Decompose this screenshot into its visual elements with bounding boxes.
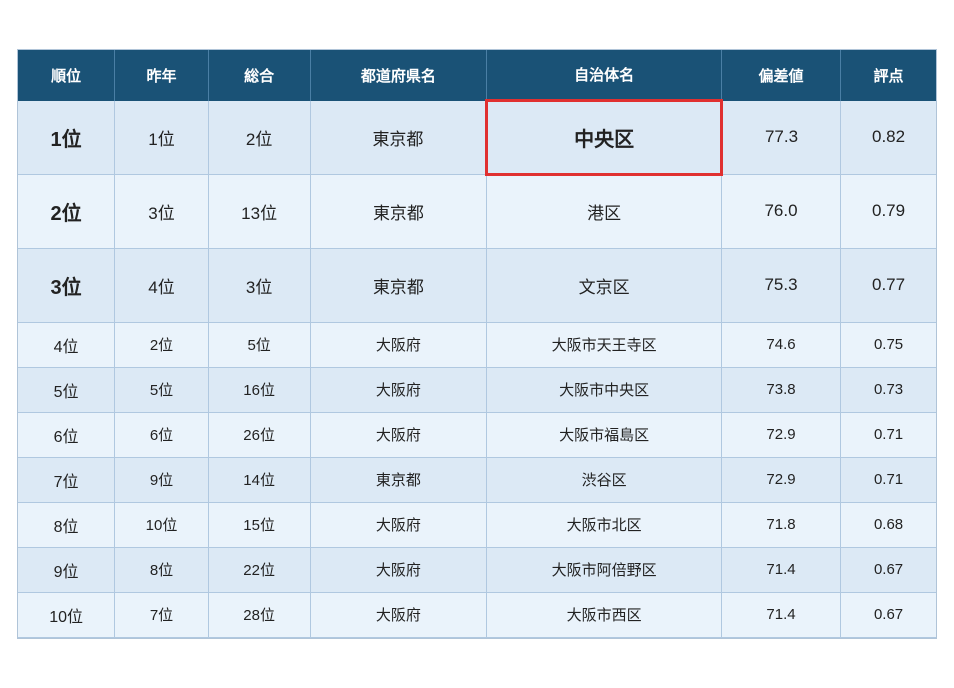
deviation-cell: 72.9 <box>721 412 840 457</box>
rank-cell: 10位 <box>18 592 115 637</box>
deviation-cell: 75.3 <box>721 248 840 322</box>
column-header-都道府県名: 都道府県名 <box>310 50 487 101</box>
deviation-cell: 74.6 <box>721 322 840 367</box>
deviation-cell: 76.0 <box>721 174 840 248</box>
ranking-table: 順位昨年総合都道府県名自治体名偏差値評点 1位1位2位東京都中央区77.30.8… <box>18 50 936 638</box>
municipality-cell: 大阪市北区 <box>487 502 722 547</box>
rank-cell: 9位 <box>18 547 115 592</box>
score-cell: 0.73 <box>841 367 936 412</box>
municipality-cell: 大阪市中央区 <box>487 367 722 412</box>
column-header-順位: 順位 <box>18 50 115 101</box>
prefecture-cell: 東京都 <box>310 248 487 322</box>
municipality-cell: 大阪市天王寺区 <box>487 322 722 367</box>
score-cell: 0.68 <box>841 502 936 547</box>
rank-cell: 5位 <box>18 367 115 412</box>
last-year-cell: 7位 <box>115 592 209 637</box>
table-row: 9位8位22位大阪府大阪市阿倍野区71.40.67 <box>18 547 936 592</box>
table-row: 8位10位15位大阪府大阪市北区71.80.68 <box>18 502 936 547</box>
total-cell: 14位 <box>208 457 310 502</box>
prefecture-cell: 東京都 <box>310 101 487 175</box>
column-header-総合: 総合 <box>208 50 310 101</box>
rank-cell: 6位 <box>18 412 115 457</box>
total-cell: 15位 <box>208 502 310 547</box>
deviation-cell: 73.8 <box>721 367 840 412</box>
last-year-cell: 2位 <box>115 322 209 367</box>
prefecture-cell: 大阪府 <box>310 592 487 637</box>
score-cell: 0.71 <box>841 412 936 457</box>
municipality-cell: 港区 <box>487 174 722 248</box>
last-year-cell: 8位 <box>115 547 209 592</box>
deviation-cell: 71.4 <box>721 547 840 592</box>
deviation-cell: 71.4 <box>721 592 840 637</box>
total-cell: 26位 <box>208 412 310 457</box>
score-cell: 0.67 <box>841 547 936 592</box>
rank-cell: 2位 <box>18 174 115 248</box>
rank-cell: 1位 <box>18 101 115 175</box>
prefecture-cell: 大阪府 <box>310 367 487 412</box>
prefecture-cell: 大阪府 <box>310 412 487 457</box>
column-header-昨年: 昨年 <box>115 50 209 101</box>
column-header-偏差値: 偏差値 <box>721 50 840 101</box>
last-year-cell: 9位 <box>115 457 209 502</box>
last-year-cell: 5位 <box>115 367 209 412</box>
rank-cell: 4位 <box>18 322 115 367</box>
municipality-cell: 文京区 <box>487 248 722 322</box>
rank-cell: 3位 <box>18 248 115 322</box>
total-cell: 13位 <box>208 174 310 248</box>
last-year-cell: 6位 <box>115 412 209 457</box>
score-cell: 0.75 <box>841 322 936 367</box>
score-cell: 0.82 <box>841 101 936 175</box>
table-row: 4位2位5位大阪府大阪市天王寺区74.60.75 <box>18 322 936 367</box>
rank-cell: 8位 <box>18 502 115 547</box>
deviation-cell: 72.9 <box>721 457 840 502</box>
total-cell: 16位 <box>208 367 310 412</box>
total-cell: 22位 <box>208 547 310 592</box>
municipality-cell: 大阪市阿倍野区 <box>487 547 722 592</box>
prefecture-cell: 大阪府 <box>310 502 487 547</box>
column-header-評点: 評点 <box>841 50 936 101</box>
table-row: 7位9位14位東京都渋谷区72.90.71 <box>18 457 936 502</box>
total-cell: 2位 <box>208 101 310 175</box>
score-cell: 0.77 <box>841 248 936 322</box>
score-cell: 0.71 <box>841 457 936 502</box>
total-cell: 3位 <box>208 248 310 322</box>
ranking-table-wrapper: 順位昨年総合都道府県名自治体名偏差値評点 1位1位2位東京都中央区77.30.8… <box>17 49 937 639</box>
last-year-cell: 3位 <box>115 174 209 248</box>
score-cell: 0.67 <box>841 592 936 637</box>
total-cell: 28位 <box>208 592 310 637</box>
municipality-cell: 渋谷区 <box>487 457 722 502</box>
score-cell: 0.79 <box>841 174 936 248</box>
prefecture-cell: 東京都 <box>310 174 487 248</box>
municipality-cell: 大阪市福島区 <box>487 412 722 457</box>
table-row: 10位7位28位大阪府大阪市西区71.40.67 <box>18 592 936 637</box>
table-row: 5位5位16位大阪府大阪市中央区73.80.73 <box>18 367 936 412</box>
table-row: 2位3位13位東京都港区76.00.79 <box>18 174 936 248</box>
total-cell: 5位 <box>208 322 310 367</box>
table-row: 1位1位2位東京都中央区77.30.82 <box>18 101 936 175</box>
prefecture-cell: 大阪府 <box>310 322 487 367</box>
prefecture-cell: 大阪府 <box>310 547 487 592</box>
rank-cell: 7位 <box>18 457 115 502</box>
last-year-cell: 4位 <box>115 248 209 322</box>
column-header-自治体名: 自治体名 <box>487 50 722 101</box>
table-row: 3位4位3位東京都文京区75.30.77 <box>18 248 936 322</box>
last-year-cell: 1位 <box>115 101 209 175</box>
deviation-cell: 77.3 <box>721 101 840 175</box>
last-year-cell: 10位 <box>115 502 209 547</box>
prefecture-cell: 東京都 <box>310 457 487 502</box>
municipality-cell: 中央区 <box>487 101 722 175</box>
deviation-cell: 71.8 <box>721 502 840 547</box>
table-row: 6位6位26位大阪府大阪市福島区72.90.71 <box>18 412 936 457</box>
municipality-cell: 大阪市西区 <box>487 592 722 637</box>
table-header-row: 順位昨年総合都道府県名自治体名偏差値評点 <box>18 50 936 101</box>
